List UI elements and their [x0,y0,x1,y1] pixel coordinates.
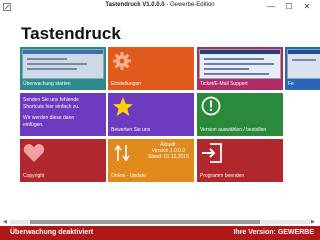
tile-einstellungen[interactable]: Einstellungen [108,47,194,90]
tile-label: Ticket/E-Mail Support [200,81,248,87]
maximize-button[interactable]: ☐ [282,1,296,12]
title-bar: Tastendruck V1.0.0.0 - Gewerbe-Edition —… [0,0,320,14]
tile-programm-beenden[interactable]: Programm beenden [197,139,283,182]
tile-online-update[interactable]: Aktuell: Version 1.0.0.0 Stand: 01.12.20… [108,139,194,182]
heart-icon [23,144,45,162]
screen-preview-image [22,49,104,79]
version-status: Ihre Version: GEWERBE [233,229,314,236]
screen-preview-image [287,49,320,79]
monitoring-status: Überwachung deaktiviert [10,229,94,236]
status-bar: Überwachung deaktiviert Ihre Version: GE… [0,226,320,240]
window-title-app: Tastendruck V1.0.0.0 [105,2,165,8]
star-icon [113,97,133,116]
tile-label: Bewerten Sie uns [111,127,151,133]
horizontal-scrollbar[interactable] [10,220,310,224]
sort-arrows-icon [114,144,130,162]
tile-label: Online - Update [111,173,147,179]
minimize-button[interactable]: — [264,1,278,12]
exit-door-icon [202,143,222,163]
shortcut-description: Senden Sie uns fehlende Shortcuts hier e… [23,97,80,128]
tile-version-auswaehlen[interactable]: Version auswählen / bestellen [197,93,283,136]
tile-copyright[interactable]: Copyright [20,139,106,182]
tile-label: Überwachung starten [23,81,71,87]
window-title-edition: - Gewerbe-Edition [164,2,215,8]
tile-ueberwachung-starten[interactable]: Überwachung starten [20,47,106,90]
update-info: Aktuell: Version 1.0.0.0 Stand: 01.12.20… [148,142,189,160]
exclamation-circle-icon [201,96,221,116]
tile-feedback[interactable]: Fe [285,47,320,90]
tile-label: Einstellungen [111,81,142,87]
scroll-right-arrow-icon[interactable]: ▶ [311,219,315,225]
close-button[interactable]: ✕ [300,1,314,12]
tile-shortcut-senden[interactable]: Senden Sie uns fehlende Shortcuts hier e… [20,93,106,136]
scroll-left-arrow-icon[interactable]: ◀ [3,219,7,225]
screen-preview-image [199,49,281,79]
tile-support[interactable]: Ticket/E-Mail Support [197,47,283,90]
tile-label: Copyright [23,173,45,179]
tile-label: Programm beenden [200,173,245,179]
tile-label: Version auswählen / bestellen [200,127,267,133]
gear-icon [113,52,131,70]
page-title: Tastendruck [21,24,121,43]
tile-bewerten[interactable]: Bewerten Sie uns [108,93,194,136]
tile-label: Fe [288,81,294,87]
scrollbar-thumb[interactable] [30,220,260,224]
